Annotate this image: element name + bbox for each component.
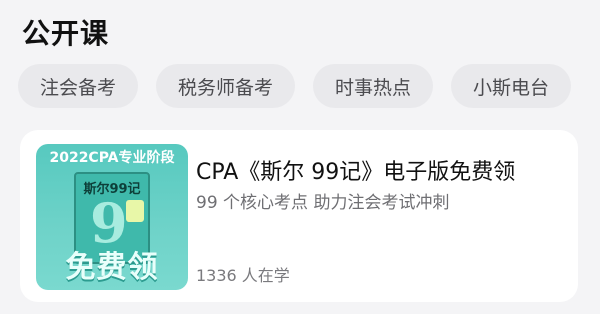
page-title: 公开课 — [22, 17, 110, 50]
thumbnail-banner: 2022CPA专业阶段 — [49, 150, 175, 166]
course-title[interactable]: CPA《斯尔 99记》电子版免费领 — [196, 154, 515, 186]
category-tabs: 注会备考 税务师备考 时事热点 小斯电台 — [18, 64, 572, 108]
learner-count: 1336 人在学 — [196, 266, 290, 285]
tab-radio[interactable]: 小斯电台 — [451, 64, 572, 108]
tab-current-affairs[interactable]: 时事热点 — [313, 64, 434, 108]
course-card[interactable]: 2022CPA专业阶段 斯尔99记 9 免费领 CPA《斯尔 99记》电子版免费… — [20, 130, 578, 302]
tab-tax-prep[interactable]: 税务师备考 — [156, 64, 296, 108]
course-subtitle: 99 个核心考点 助力注会考试冲刺 — [196, 193, 450, 213]
tab-cpa-prep[interactable]: 注会备考 — [18, 64, 139, 108]
course-thumbnail[interactable]: 2022CPA专业阶段 斯尔99记 9 免费领 — [36, 144, 188, 290]
book-sticker — [126, 200, 144, 222]
thumbnail-free-label: 免费领 — [65, 250, 159, 285]
